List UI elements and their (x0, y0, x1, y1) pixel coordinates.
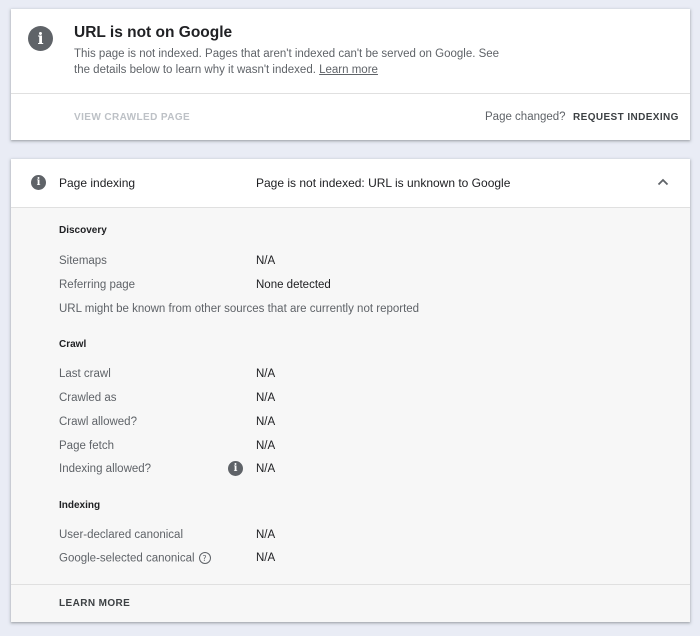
page-indexing-header[interactable]: i Page indexing Page is not indexed: URL… (11, 159, 690, 207)
help-icon[interactable]: ? (198, 552, 211, 564)
crawled-as-value: N/A (256, 392, 276, 404)
page-indexing-status: Page is not indexed: URL is unknown to G… (256, 176, 511, 190)
crawl-allowed-value: N/A (256, 416, 276, 428)
sitemaps-label: Sitemaps (59, 255, 107, 267)
info-icon: i (28, 26, 53, 51)
discovery-note: URL might be known from other sources th… (59, 303, 420, 315)
status-description-text: This page is not indexed. Pages that are… (74, 48, 500, 76)
last-crawl-label: Last crawl (59, 368, 111, 380)
indexing-allowed-value: N/A (256, 463, 276, 475)
last-crawl-value: N/A (256, 368, 276, 380)
url-status-card: i URL is not on Google This page is not … (11, 9, 690, 140)
card-footer: LEARN MORE (11, 584, 690, 622)
sitemaps-value: N/A (256, 255, 276, 267)
google-selected-canonical-label: Google-selected canonical? (59, 552, 211, 565)
page-changed-label: Page changed? (485, 111, 566, 123)
referring-page-value: None detected (256, 279, 331, 291)
status-description: This page is not indexed. Pages that are… (74, 46, 514, 78)
request-indexing-button[interactable]: REQUEST INDEXING (573, 112, 679, 123)
crawl-allowed-label: Crawl allowed? (59, 416, 137, 428)
user-declared-canonical-label: User-declared canonical (59, 529, 184, 541)
info-icon: i (31, 175, 46, 190)
page-indexing-card: i Page indexing Page is not indexed: URL… (11, 159, 690, 622)
crawl-section-title: Crawl (59, 339, 87, 350)
page-fetch-value: N/A (256, 440, 276, 452)
header-divider (11, 207, 690, 208)
card-divider (11, 93, 690, 94)
discovery-section-title: Discovery (59, 225, 107, 236)
learn-more-button[interactable]: LEARN MORE (59, 598, 130, 609)
status-title: URL is not on Google (74, 24, 233, 41)
page-fetch-label: Page fetch (59, 440, 114, 452)
learn-more-link[interactable]: Learn more (319, 64, 378, 76)
view-crawled-page-button[interactable]: VIEW CRAWLED PAGE (74, 112, 190, 123)
indexing-section-title: Indexing (59, 500, 101, 511)
referring-page-label: Referring page (59, 279, 136, 291)
info-icon[interactable]: i (228, 461, 243, 476)
crawled-as-label: Crawled as (59, 392, 117, 404)
indexing-allowed-label: Indexing allowed? (59, 463, 152, 475)
google-selected-canonical-text: Google-selected canonical (59, 552, 195, 565)
chevron-up-icon[interactable] (656, 175, 670, 189)
page-indexing-label: Page indexing (59, 176, 136, 190)
google-selected-canonical-value: N/A (256, 552, 276, 564)
user-declared-canonical-value: N/A (256, 529, 276, 541)
